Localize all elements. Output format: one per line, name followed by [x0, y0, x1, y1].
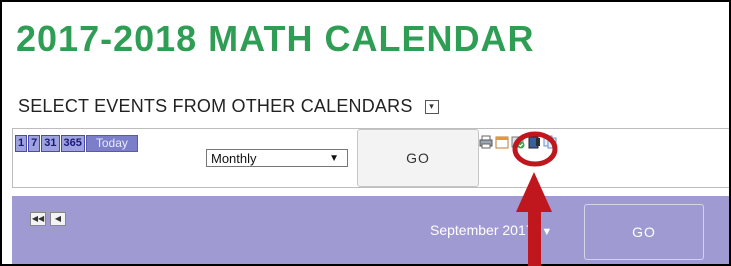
first-icon[interactable]: ◀◀ — [30, 212, 46, 226]
page-frame: 2017-2018 MATH CALENDAR SELECT EVENTS FR… — [0, 0, 731, 266]
export-icon[interactable] — [527, 135, 541, 149]
calendar-icon[interactable] — [495, 135, 509, 149]
month-go-button[interactable]: GO — [584, 204, 704, 260]
calendar-nav-bar: ◀◀ ◀ September 2017 ▼ GO — [12, 196, 729, 264]
dropdown-arrow-icon: ▼ — [541, 226, 553, 238]
view-select-value: Monthly — [211, 151, 257, 166]
go-button[interactable]: GO — [357, 129, 479, 187]
view-week-button[interactable]: 7 — [28, 135, 41, 152]
print-icon[interactable] — [479, 135, 493, 149]
section-heading: SELECT EVENTS FROM OTHER CALENDARS — [18, 96, 413, 116]
month-select[interactable]: September 2017 ▼ — [426, 218, 585, 242]
page-title: 2017-2018 MATH CALENDAR — [16, 18, 535, 59]
today-button[interactable]: Today — [85, 135, 138, 152]
subtitle-row: SELECT EVENTS FROM OTHER CALENDARS ▾ — [18, 96, 439, 117]
dropdown-arrow-icon: ▼ — [329, 153, 339, 164]
view-year-button[interactable]: 365 — [60, 135, 85, 152]
view-buttons: 1 7 31 365 Today — [15, 135, 138, 152]
toolbar-icons — [479, 135, 557, 149]
view-select[interactable]: Monthly ▼ — [206, 149, 348, 167]
copy-icon[interactable] — [543, 135, 557, 149]
view-day-button[interactable]: 1 — [15, 135, 28, 152]
subscribe-icon[interactable] — [511, 135, 525, 149]
collapse-toggle-icon[interactable]: ▾ — [424, 99, 439, 114]
prev-icon[interactable]: ◀ — [50, 212, 66, 226]
nav-icons: ◀◀ ◀ — [30, 212, 66, 226]
month-select-value: September 2017 — [430, 222, 534, 238]
calendar-toolbar: 1 7 31 365 Today Monthly ▼ GO — [12, 128, 729, 188]
view-month-button[interactable]: 31 — [41, 135, 60, 152]
